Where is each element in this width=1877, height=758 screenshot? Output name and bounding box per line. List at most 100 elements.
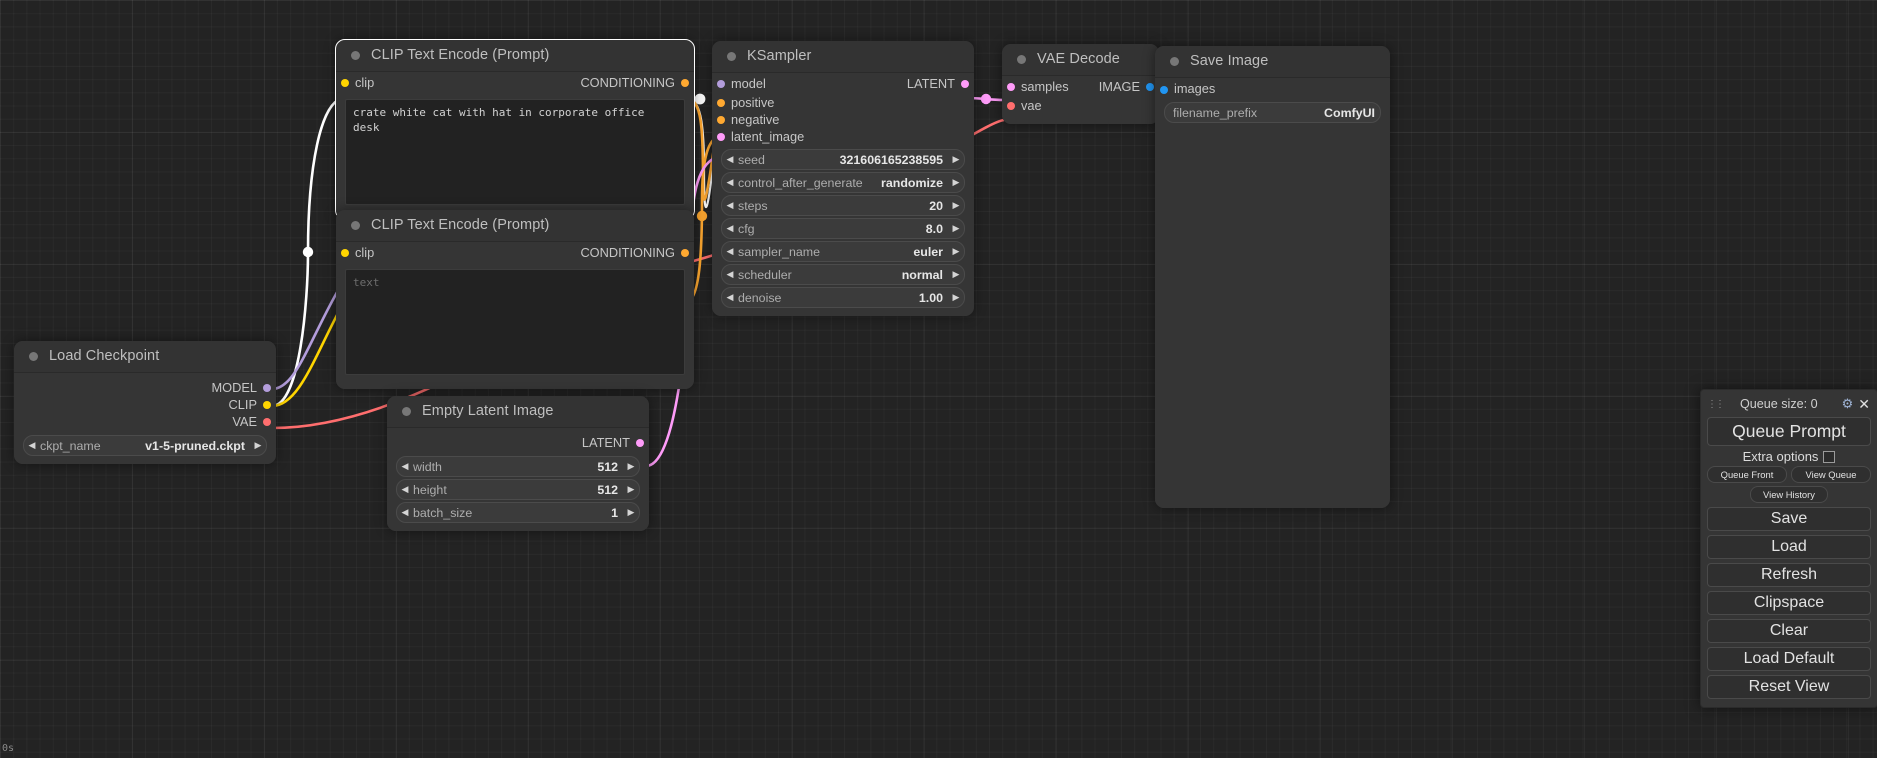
increment-arrow-icon[interactable]: ▶ [948, 178, 964, 187]
extra-options-row[interactable]: Extra options [1707, 449, 1871, 464]
output-slot-latent[interactable]: LATENT [907, 75, 974, 92]
decrement-arrow-icon[interactable]: ◀ [397, 462, 413, 471]
save-button[interactable]: Save [1707, 507, 1871, 531]
widget-control-after-generate[interactable]: ◀ control_after_generate randomize ▶ [721, 172, 965, 193]
refresh-button[interactable]: Refresh [1707, 563, 1871, 587]
input-slot-clip[interactable]: clip [336, 244, 374, 261]
decrement-arrow-icon[interactable]: ◀ [722, 155, 738, 164]
increment-arrow-icon[interactable]: ▶ [948, 293, 964, 302]
gear-icon[interactable]: ⚙ [1842, 396, 1854, 412]
node-clip-text-encode-positive[interactable]: CLIP Text Encode (Prompt) clip CONDITION… [335, 39, 695, 220]
node-title-bar[interactable]: VAE Decode [1002, 44, 1159, 76]
widget-steps[interactable]: ◀ steps 20 ▶ [721, 195, 965, 216]
port-latent[interactable] [961, 79, 969, 88]
widget-batch-size[interactable]: ◀ batch_size 1 ▶ [396, 502, 640, 523]
node-title-bar[interactable]: Save Image [1155, 46, 1390, 78]
decrement-arrow-icon[interactable]: ◀ [722, 178, 738, 187]
input-slot-vae[interactable]: vae [1002, 97, 1159, 114]
clear-button[interactable]: Clear [1707, 619, 1871, 643]
decrement-arrow-icon[interactable]: ◀ [722, 293, 738, 302]
decrement-arrow-icon[interactable]: ◀ [397, 508, 413, 517]
port-vae[interactable] [263, 417, 271, 426]
port-latent[interactable] [717, 132, 725, 141]
widget-height[interactable]: ◀ height 512 ▶ [396, 479, 640, 500]
widget-width[interactable]: ◀ width 512 ▶ [396, 456, 640, 477]
view-history-button[interactable]: View History [1750, 486, 1828, 503]
widget-scheduler[interactable]: ◀ scheduler normal ▶ [721, 264, 965, 285]
prompt-textarea[interactable]: crate white cat with hat in corporate of… [345, 99, 685, 205]
comfy-menu-panel[interactable]: ⋮⋮ Queue size: 0 ⚙ ✕ Queue Prompt Extra … [1700, 389, 1877, 708]
node-ksampler[interactable]: KSampler model LATENT positive negative [712, 41, 974, 316]
node-title-bar[interactable]: Empty Latent Image [387, 396, 649, 428]
input-slot-clip[interactable]: clip [336, 74, 374, 91]
widget-filename-prefix[interactable]: filename_prefix ComfyUI [1164, 102, 1381, 123]
graph-canvas[interactable]: Load Checkpoint MODEL CLIP VAE ◀ ckpt_na… [0, 0, 1877, 758]
input-slot-samples[interactable]: samples [1002, 78, 1069, 95]
port-conditioning[interactable] [717, 98, 725, 107]
queue-prompt-button[interactable]: Queue Prompt [1707, 417, 1871, 446]
widget-denoise[interactable]: ◀ denoise 1.00 ▶ [721, 287, 965, 308]
collapse-dot-icon[interactable] [1017, 55, 1026, 64]
decrement-arrow-icon[interactable]: ◀ [397, 485, 413, 494]
node-load-checkpoint[interactable]: Load Checkpoint MODEL CLIP VAE ◀ ckpt_na… [14, 341, 276, 464]
extra-options-checkbox[interactable] [1823, 450, 1836, 463]
decrement-arrow-icon[interactable]: ◀ [722, 247, 738, 256]
load-default-button[interactable]: Load Default [1707, 647, 1871, 671]
port-model[interactable] [717, 79, 725, 88]
node-title-bar[interactable]: KSampler [712, 41, 974, 73]
port-conditioning[interactable] [681, 78, 689, 87]
decrement-arrow-icon[interactable]: ◀ [722, 201, 738, 210]
increment-arrow-icon[interactable]: ▶ [948, 224, 964, 233]
drag-handle-icon[interactable]: ⋮⋮ [1707, 399, 1725, 409]
port-model[interactable] [263, 383, 271, 392]
increment-arrow-icon[interactable]: ▶ [623, 508, 639, 517]
widget-seed[interactable]: ◀ seed 321606165238595 ▶ [721, 149, 965, 170]
input-slot-images[interactable]: images [1155, 78, 1390, 97]
widget-ckpt-name[interactable]: ◀ ckpt_name v1-5-pruned.ckpt ▶ [23, 435, 267, 456]
port-image[interactable] [1146, 82, 1154, 91]
prompt-textarea[interactable]: text [345, 269, 685, 375]
output-slot-conditioning[interactable]: CONDITIONING [580, 244, 694, 261]
widget-cfg[interactable]: ◀ cfg 8.0 ▶ [721, 218, 965, 239]
increment-arrow-icon[interactable]: ▶ [948, 155, 964, 164]
increment-arrow-icon[interactable]: ▶ [623, 462, 639, 471]
output-slot-image[interactable]: IMAGE [1099, 78, 1159, 95]
widget-sampler-name[interactable]: ◀ sampler_name euler ▶ [721, 241, 965, 262]
port-conditioning[interactable] [681, 248, 689, 257]
view-queue-button[interactable]: View Queue [1791, 466, 1871, 483]
input-slot-model[interactable]: model [712, 75, 766, 92]
output-slot-vae[interactable]: VAE [14, 413, 276, 430]
port-latent[interactable] [636, 438, 644, 447]
node-title-bar[interactable]: Load Checkpoint [14, 341, 276, 373]
increment-arrow-icon[interactable]: ▶ [948, 247, 964, 256]
input-slot-latent-image[interactable]: latent_image [712, 128, 974, 145]
clipspace-button[interactable]: Clipspace [1707, 591, 1871, 615]
output-slot-model[interactable]: MODEL [14, 379, 276, 396]
output-slot-latent[interactable]: LATENT [387, 434, 649, 451]
port-image[interactable] [1160, 86, 1168, 94]
increment-arrow-icon[interactable]: ▶ [250, 441, 266, 450]
decrement-arrow-icon[interactable]: ◀ [722, 224, 738, 233]
port-vae[interactable] [1007, 101, 1015, 110]
node-save-image[interactable]: Save Image images filename_prefix ComfyU… [1155, 46, 1390, 508]
increment-arrow-icon[interactable]: ▶ [948, 270, 964, 279]
increment-arrow-icon[interactable]: ▶ [623, 485, 639, 494]
reset-view-button[interactable]: Reset View [1707, 675, 1871, 699]
queue-front-button[interactable]: Queue Front [1707, 466, 1787, 483]
collapse-dot-icon[interactable] [1170, 57, 1179, 66]
collapse-dot-icon[interactable] [351, 221, 360, 230]
collapse-dot-icon[interactable] [727, 52, 736, 61]
collapse-dot-icon[interactable] [351, 51, 360, 60]
decrement-arrow-icon[interactable]: ◀ [722, 270, 738, 279]
port-clip[interactable] [263, 400, 271, 409]
port-clip[interactable] [341, 248, 349, 257]
node-title-bar[interactable]: CLIP Text Encode (Prompt) [336, 210, 694, 242]
port-clip[interactable] [341, 78, 349, 87]
close-icon[interactable]: ✕ [1857, 396, 1871, 413]
input-slot-negative[interactable]: negative [712, 111, 974, 128]
collapse-dot-icon[interactable] [402, 407, 411, 416]
collapse-dot-icon[interactable] [29, 352, 38, 361]
node-vae-decode[interactable]: VAE Decode samples IMAGE vae [1002, 44, 1159, 124]
node-clip-text-encode-negative[interactable]: CLIP Text Encode (Prompt) clip CONDITION… [336, 210, 694, 389]
input-slot-positive[interactable]: positive [712, 94, 974, 111]
